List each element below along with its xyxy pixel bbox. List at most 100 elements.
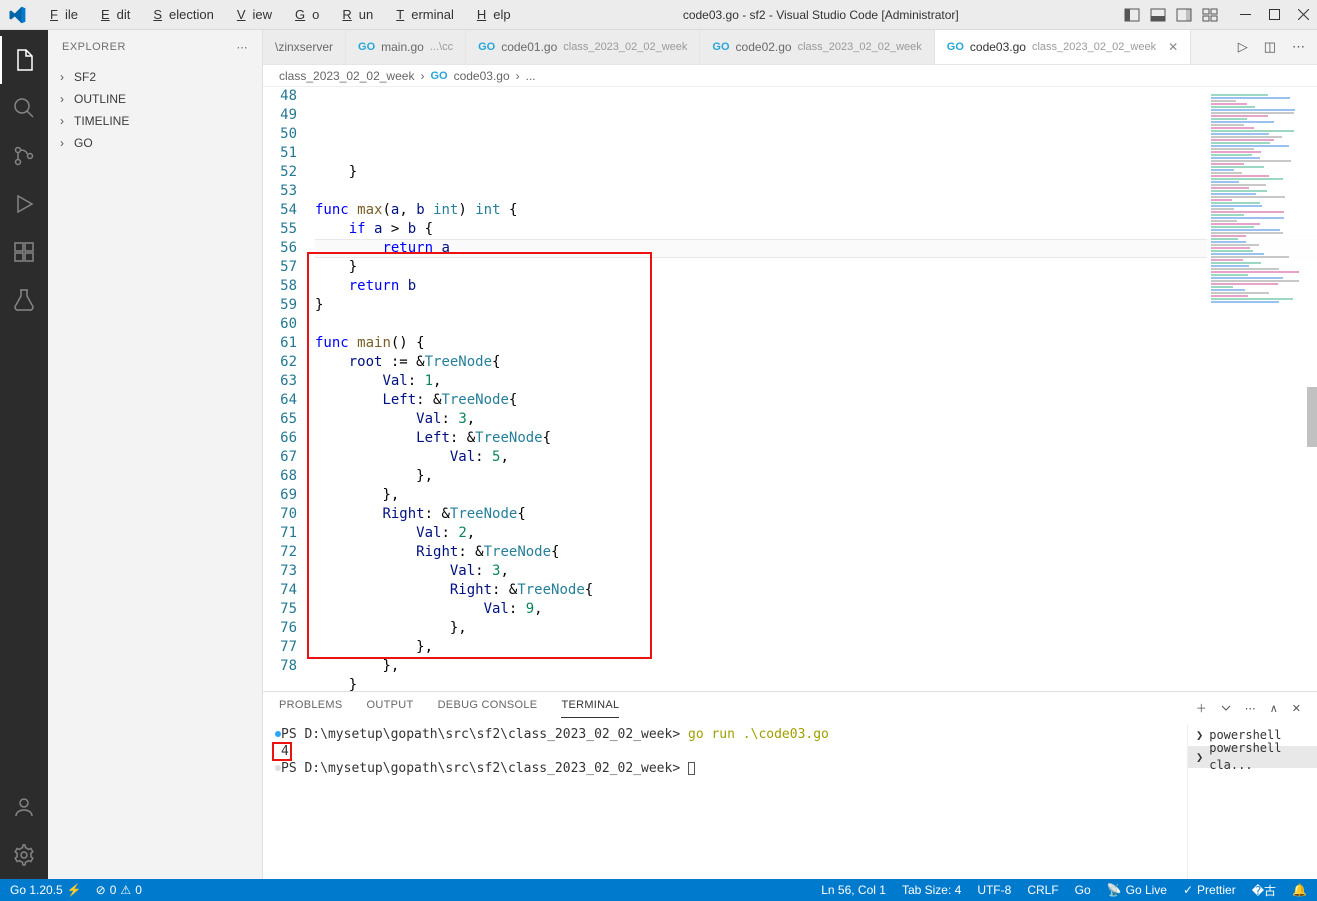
breadcrumb-folder: class_2023_02_02_week	[279, 69, 414, 83]
status-encoding[interactable]: UTF-8	[977, 883, 1011, 897]
go-icon: GO	[478, 41, 495, 53]
panel-tab-terminal[interactable]: TERMINAL	[561, 699, 619, 718]
status-bell-icon[interactable]: 🔔	[1292, 883, 1307, 897]
current-line-highlight	[315, 239, 1317, 258]
layout-right-icon[interactable]	[1176, 7, 1192, 23]
close-icon[interactable]	[1298, 9, 1309, 20]
bottom-panel: PROBLEMS OUTPUT DEBUG CONSOLE TERMINAL ＋…	[263, 691, 1317, 879]
window-title: code03.go - sf2 - Visual Studio Code [Ad…	[518, 8, 1124, 22]
status-bar: Go 1.20.5⚡ ⊘0 ⚠0 Ln 56, Col 1 Tab Size: …	[0, 879, 1317, 901]
tab-close-icon[interactable]: ✕	[1168, 40, 1178, 54]
panel-tab-debug[interactable]: DEBUG CONSOLE	[438, 699, 538, 717]
tab-path: ...\cc	[430, 41, 453, 53]
activity-explorer[interactable]	[0, 36, 48, 84]
window-controls	[1240, 9, 1309, 20]
go-icon: GO	[712, 41, 729, 53]
sidebar-item-go[interactable]: ›GO	[48, 132, 262, 154]
layout-primary-icon[interactable]	[1124, 7, 1140, 23]
panel-close-icon[interactable]: ✕	[1292, 702, 1301, 715]
terminal-split-chevron-icon[interactable]	[1221, 703, 1231, 713]
lightning-icon: ⚡	[67, 883, 82, 897]
panel-maximize-icon[interactable]: ∧	[1270, 702, 1278, 715]
panel-tab-problems[interactable]: PROBLEMS	[279, 699, 343, 717]
terminal-sessions: ❯powershell ❯powershell cla...	[1187, 724, 1317, 879]
breadcrumb-more: ...	[526, 69, 536, 83]
activity-account[interactable]	[0, 783, 48, 831]
menu-selection[interactable]: Selection	[139, 3, 220, 26]
sidebar-item-outline[interactable]: ›OUTLINE	[48, 88, 262, 110]
go-icon: GO	[358, 41, 375, 53]
editor-area: \zinxserver GO main.go ...\cc GO code01.go cla…	[263, 30, 1317, 879]
editor-tab[interactable]: GO main.go ...\cc	[346, 30, 466, 64]
status-go-version[interactable]: Go 1.20.5⚡	[10, 883, 82, 897]
breadcrumb[interactable]: class_2023_02_02_week › GO code03.go › .…	[263, 65, 1317, 87]
editor-tab[interactable]: GO code02.go class_2023_02_02_week	[700, 30, 934, 64]
menu-bar: File Edit Selection View Go Run Terminal…	[0, 0, 1317, 30]
panel-more-icon[interactable]: ⋯	[1245, 702, 1256, 715]
sidebar-more-icon[interactable]: ⋯	[237, 41, 249, 54]
tab-title: code03.go	[970, 40, 1026, 54]
run-icon[interactable]: ▷	[1238, 39, 1248, 55]
layout-bottom-icon[interactable]	[1150, 7, 1166, 23]
tab-path: class_2023_02_02_week	[798, 41, 922, 53]
scrollbar-thumb[interactable]	[1307, 387, 1317, 447]
tab-more-icon[interactable]: ⋯	[1292, 39, 1305, 55]
split-editor-icon[interactable]: ◫	[1264, 39, 1276, 55]
check-icon: ✓	[1183, 883, 1193, 897]
tab-title: \zinxserver	[275, 40, 333, 54]
panel-tab-output[interactable]: OUTPUT	[367, 699, 414, 717]
tab-path: class_2023_02_02_week	[1032, 41, 1156, 53]
menu-help[interactable]: Help	[463, 3, 518, 26]
layout-controls	[1124, 7, 1218, 23]
sidebar-title: EXPLORER	[62, 41, 126, 53]
sidebar-item-sf2[interactable]: ›SF2	[48, 66, 262, 88]
menu-go[interactable]: Go	[281, 3, 326, 26]
status-tabsize[interactable]: Tab Size: 4	[902, 883, 961, 897]
tab-title: code02.go	[736, 40, 792, 54]
editor-tab[interactable]: \zinxserver	[263, 30, 346, 64]
code-body[interactable]: }func max(a, b int) int { if a > b { ret…	[315, 87, 1317, 691]
minimap[interactable]	[1207, 87, 1317, 691]
panel-tabs: PROBLEMS OUTPUT DEBUG CONSOLE TERMINAL ＋…	[263, 692, 1317, 724]
layout-customize-icon[interactable]	[1202, 7, 1218, 23]
status-problems[interactable]: ⊘0 ⚠0	[96, 883, 142, 897]
sidebar-header: EXPLORER ⋯	[48, 30, 262, 64]
status-eol[interactable]: CRLF	[1027, 883, 1058, 897]
activity-debug[interactable]	[0, 180, 48, 228]
vscode-logo-icon	[8, 6, 26, 24]
tab-title: code01.go	[501, 40, 557, 54]
menu-file[interactable]: File	[36, 3, 85, 26]
activity-search[interactable]	[0, 84, 48, 132]
sidebar-item-timeline[interactable]: ›TIMELINE	[48, 110, 262, 132]
broadcast-icon: 📡	[1107, 883, 1122, 897]
terminal-session-2[interactable]: ❯powershell cla...	[1188, 746, 1317, 768]
go-icon: GO	[430, 70, 447, 82]
editor-tab[interactable]: GO code01.go class_2023_02_02_week	[466, 30, 700, 64]
status-language[interactable]: Go	[1075, 883, 1091, 897]
activity-testing[interactable]	[0, 276, 48, 324]
sidebar-tree: ›SF2 ›OUTLINE ›TIMELINE ›GO	[48, 64, 262, 156]
editor-tabs: \zinxserver GO main.go ...\cc GO code01.go cla…	[263, 30, 1317, 65]
maximize-icon[interactable]	[1269, 9, 1280, 20]
tab-path: class_2023_02_02_week	[563, 41, 687, 53]
editor[interactable]: 4849505152535455565758596061626364656667…	[263, 87, 1317, 691]
line-gutter: 4849505152535455565758596061626364656667…	[263, 87, 315, 691]
activity-settings[interactable]	[0, 831, 48, 879]
status-golive[interactable]: 📡Go Live	[1107, 883, 1167, 897]
menu-terminal[interactable]: Terminal	[382, 3, 461, 26]
terminal-new-icon[interactable]: ＋	[1196, 700, 1207, 716]
shell-icon: ❯	[1196, 727, 1203, 744]
status-cursor[interactable]: Ln 56, Col 1	[821, 883, 886, 897]
activity-bar	[0, 30, 48, 879]
editor-tab[interactable]: GOcode03.goclass_2023_02_02_week✕	[935, 30, 1191, 64]
menu-run[interactable]: Run	[328, 3, 380, 26]
status-prettier[interactable]: ✓Prettier	[1183, 883, 1236, 897]
tab-title: main.go	[381, 40, 424, 54]
status-feedback-icon[interactable]: �古	[1252, 882, 1276, 899]
menu-edit[interactable]: Edit	[87, 3, 137, 26]
terminal-output[interactable]: PS D:\mysetup\gopath\src\sf2\class_2023_…	[263, 724, 1187, 879]
activity-scm[interactable]	[0, 132, 48, 180]
menu-view[interactable]: View	[223, 3, 279, 26]
minimize-icon[interactable]	[1240, 9, 1251, 20]
activity-extensions[interactable]	[0, 228, 48, 276]
